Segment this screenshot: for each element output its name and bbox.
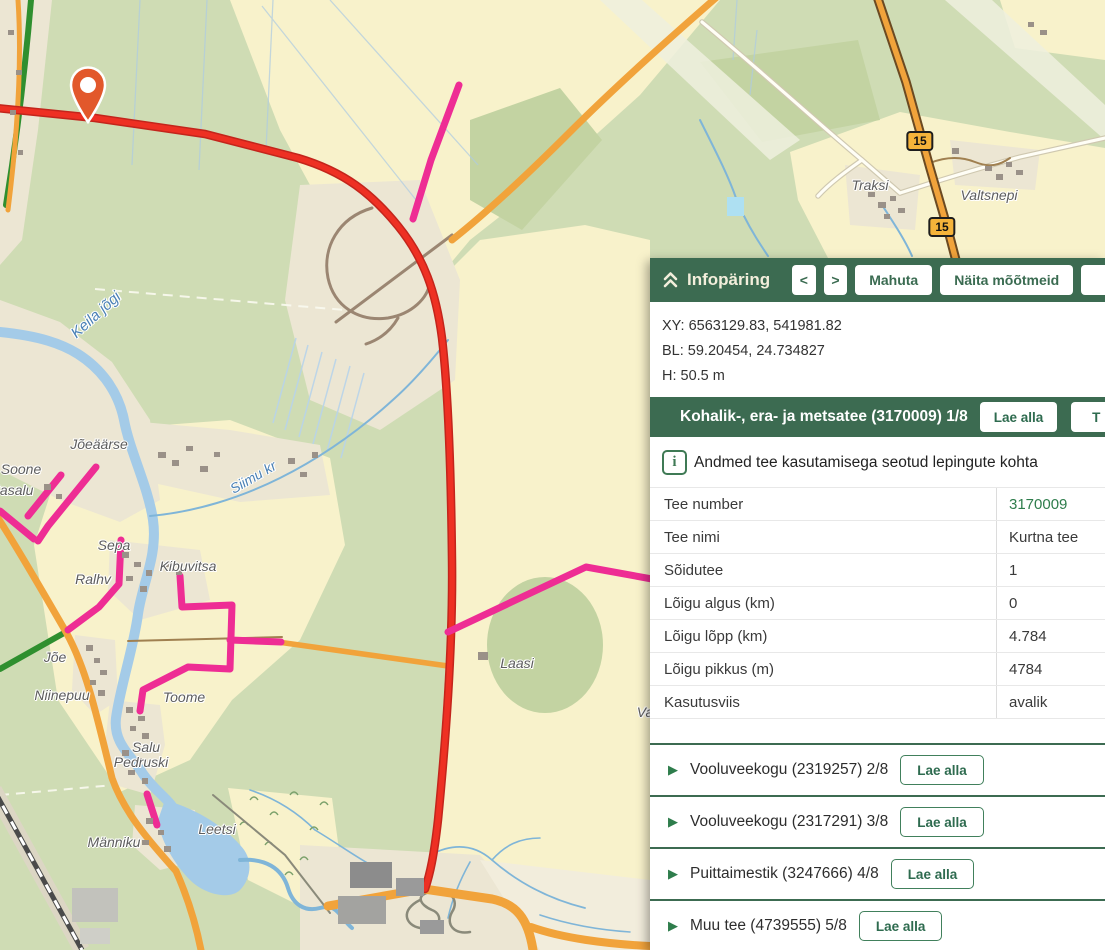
expand-triangle-icon: ▶ xyxy=(668,866,678,882)
download-button[interactable]: Lae alla xyxy=(891,859,975,889)
table-row: Sõidutee 1 xyxy=(650,554,1105,587)
table-row: Lõigu pikkus (m) 4784 xyxy=(650,653,1105,686)
clipped-feature-button[interactable]: T xyxy=(1071,402,1105,432)
table-row: Kasutusviis avalik xyxy=(650,686,1105,719)
map-label-kibuvitsa: Kibuvitsa xyxy=(160,558,217,574)
row-label: Sõidutee xyxy=(650,562,996,579)
table-row: Tee number 3170009 xyxy=(650,488,1105,521)
section-header-puittaimestik-3247666[interactable]: ▶ Puittaimestik (3247666) 4/8 Lae alla xyxy=(650,849,1105,901)
map-label-ralhv: Ralhv xyxy=(75,571,111,587)
feature-title: Kohalik-, era- ja metsatee (3170009) 1/8 xyxy=(680,408,968,426)
collapsed-result-sections: ▶ Vooluveekogu (2319257) 2/8 Lae alla ▶ … xyxy=(650,743,1105,950)
download-button[interactable]: Lae alla xyxy=(859,911,943,941)
map-label-soone: Soone xyxy=(1,461,41,477)
section-header-vooluveekogu-2319257[interactable]: ▶ Vooluveekogu (2319257) 2/8 Lae alla xyxy=(650,745,1105,797)
coords-xy: XY: 6563129.83, 541981.82 xyxy=(662,314,1093,339)
next-result-button[interactable]: > xyxy=(824,265,848,295)
map-label-joeaarse: Jõeäärse xyxy=(70,436,128,452)
row-value: Kurtna tee xyxy=(997,529,1078,546)
map-label-valtsnepi: Valtsnepi xyxy=(960,187,1017,203)
expand-triangle-icon: ▶ xyxy=(668,918,678,934)
coords-h: H: 50.5 m xyxy=(662,364,1093,389)
map-label-laasi: Laasi xyxy=(500,655,533,671)
map-label-niinepuu: Niinepuu xyxy=(34,687,89,703)
expand-triangle-icon: ▶ xyxy=(668,814,678,830)
map-label-salu: Salu xyxy=(132,739,160,755)
map-marker-pin xyxy=(66,64,110,124)
row-label: Lõigu lõpp (km) xyxy=(650,628,996,645)
table-row: Lõigu lõpp (km) 4.784 xyxy=(650,620,1105,653)
road-number-badge: 15 xyxy=(906,131,933,151)
map-label-joe: Jõe xyxy=(44,649,67,665)
panel-title: Infopäring xyxy=(687,270,770,290)
download-button[interactable]: Lae alla xyxy=(980,402,1058,432)
row-value: 4.784 xyxy=(997,628,1047,645)
row-value: 1 xyxy=(997,562,1017,579)
download-button[interactable]: Lae alla xyxy=(900,807,984,837)
section-title: Vooluveekogu (2317291) 3/8 xyxy=(690,813,888,831)
row-label: Tee number xyxy=(650,496,996,513)
feature-info-text: Andmed tee kasutamisega seotud lepingute… xyxy=(694,454,1038,472)
expand-triangle-icon: ▶ xyxy=(668,762,678,778)
panel-header: Infopäring < > Mahuta Näita mõõtmeid xyxy=(650,258,1105,302)
map-label-leetsi: Leetsi xyxy=(198,821,235,837)
map-label-sepa: Sepa xyxy=(98,537,131,553)
row-value: 0 xyxy=(997,595,1017,612)
row-label: Tee nimi xyxy=(650,529,996,546)
row-label: Kasutusviis xyxy=(650,694,996,711)
feature-section-header[interactable]: Kohalik-, era- ja metsatee (3170009) 1/8… xyxy=(650,397,1105,437)
table-row: Tee nimi Kurtna tee xyxy=(650,521,1105,554)
map-label-toome: Toome xyxy=(163,689,205,705)
row-value: avalik xyxy=(997,694,1047,711)
feature-info-row: i Andmed tee kasutamisega seotud lepingu… xyxy=(650,437,1105,483)
row-label: Lõigu pikkus (m) xyxy=(650,661,996,678)
info-icon[interactable]: i xyxy=(662,450,687,475)
tee-number-link[interactable]: 3170009 xyxy=(997,496,1067,513)
prev-result-button[interactable]: < xyxy=(792,265,816,295)
info-panel: Infopäring < > Mahuta Näita mõõtmeid XY:… xyxy=(650,258,1105,950)
collapse-panel-icon[interactable] xyxy=(662,271,679,289)
fit-button[interactable]: Mahuta xyxy=(855,265,932,295)
section-title: Vooluveekogu (2319257) 2/8 xyxy=(690,761,888,779)
section-title: Puittaimestik (3247666) 4/8 xyxy=(690,865,879,883)
road-number-badge: 15 xyxy=(928,217,955,237)
section-title: Muu tee (4739555) 5/8 xyxy=(690,917,847,935)
map-label-manniku: Männiku xyxy=(88,834,141,850)
coordinate-readout: XY: 6563129.83, 541981.82 BL: 59.20454, … xyxy=(650,302,1105,397)
clipped-header-button[interactable] xyxy=(1081,265,1105,295)
row-value: 4784 xyxy=(997,661,1042,678)
section-header-vooluveekogu-2317291[interactable]: ▶ Vooluveekogu (2317291) 3/8 Lae alla xyxy=(650,797,1105,849)
section-header-muu-tee-4739555[interactable]: ▶ Muu tee (4739555) 5/8 Lae alla xyxy=(650,901,1105,950)
attribute-table: Tee number 3170009 Tee nimi Kurtna tee S… xyxy=(650,487,1105,719)
show-measures-button[interactable]: Näita mõõtmeid xyxy=(940,265,1073,295)
map-label-pedruski: Pedruski xyxy=(114,754,168,770)
row-label: Lõigu algus (km) xyxy=(650,595,996,612)
map-label-traksi: Traksi xyxy=(851,177,888,193)
table-row: Lõigu algus (km) 0 xyxy=(650,587,1105,620)
coords-bl: BL: 59.20454, 24.734827 xyxy=(662,339,1093,364)
download-button[interactable]: Lae alla xyxy=(900,755,984,785)
map-label-kasalu: Kasalu xyxy=(0,482,33,498)
